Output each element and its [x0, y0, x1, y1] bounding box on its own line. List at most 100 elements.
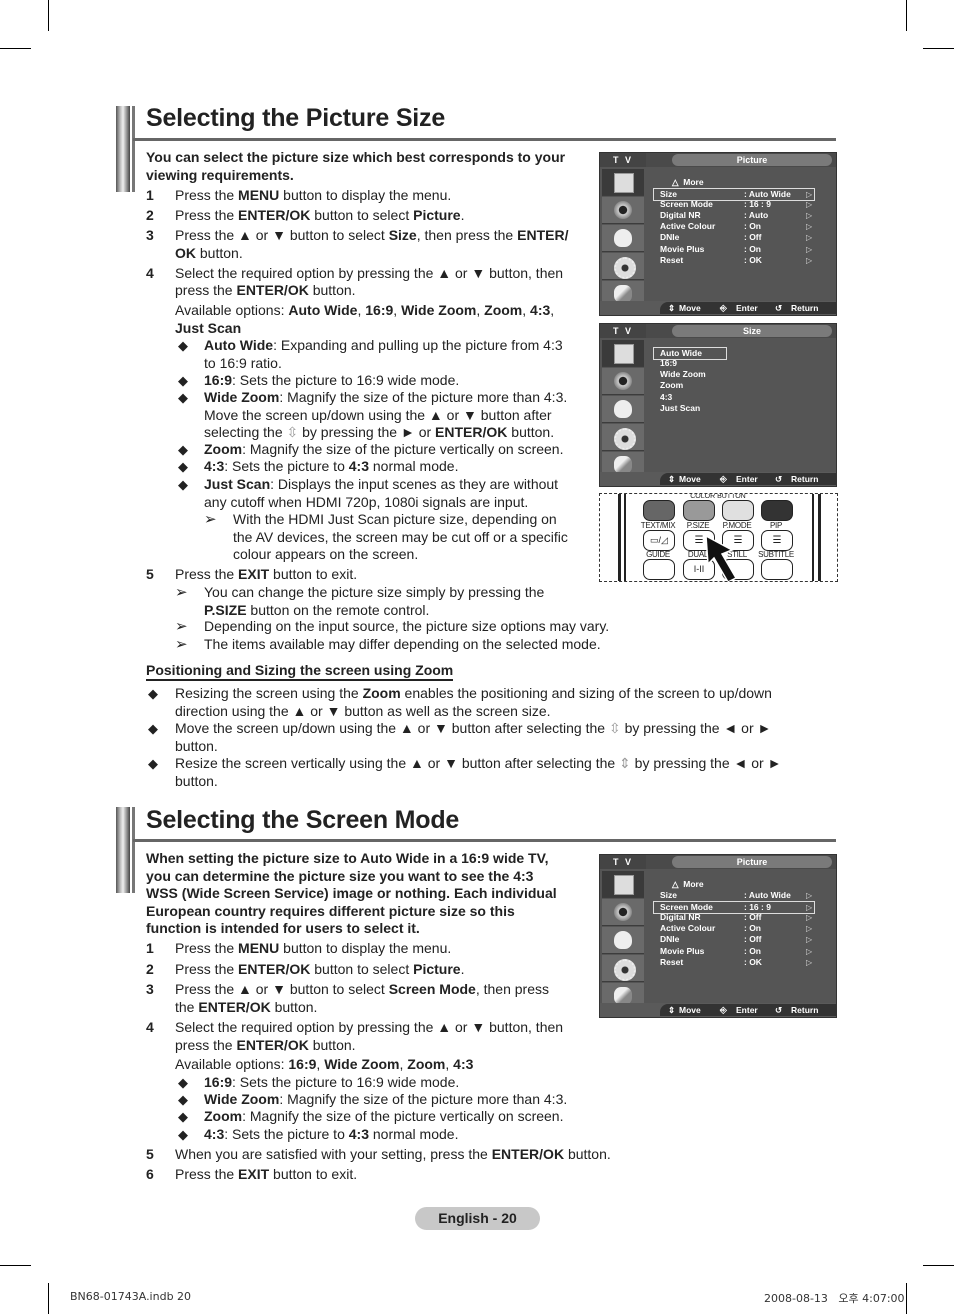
- osd-sound-icon[interactable]: [602, 197, 644, 224]
- osd-tv-label: T V: [600, 324, 646, 338]
- section1-intro: You can select the picture size which be…: [146, 149, 566, 183]
- textmix-label: TEXT/MIX: [640, 521, 676, 530]
- osd-row-reset[interactable]: Reset: OK ▷: [654, 957, 814, 968]
- osd-size-option[interactable]: Zoom: [654, 380, 814, 391]
- osd-size-menu: T V Size Auto Wide 16:9 Wide Zoom Zoom 4…: [599, 323, 837, 487]
- option-desc: 16:9: Sets the picture to 16:9 wide mode…: [204, 1074, 460, 1090]
- move-icon: ⇕: [668, 1005, 676, 1015]
- osd-channel-icon[interactable]: [602, 927, 644, 954]
- note-arrow-icon: ➢: [175, 636, 188, 653]
- osd-tv-label: T V: [600, 855, 646, 869]
- osd-picture-icon[interactable]: [602, 340, 644, 367]
- step-number: 1: [146, 940, 154, 956]
- osd-row-movie-plus[interactable]: Movie Plus: On ▷: [654, 946, 814, 957]
- osd-size-option[interactable]: 16:9: [654, 358, 814, 369]
- step-text: Press the ENTER/OK button to select Pict…: [175, 961, 465, 977]
- available-options: Available options: 16:9, Wide Zoom, Zoom…: [175, 1056, 474, 1072]
- osd-size-option[interactable]: Just Scan: [654, 403, 814, 414]
- move-icon: ⇕: [668, 474, 676, 484]
- osd-setup-icon[interactable]: [602, 424, 644, 451]
- step-text: Press the ▲ or ▼ button to select Size, …: [175, 227, 569, 243]
- available-options: Available options: Auto Wide, 16:9, Wide…: [175, 302, 555, 336]
- osd-row-active-colour[interactable]: Active Colour: On ▷: [654, 221, 814, 232]
- chevron-right-icon: ▷: [806, 200, 813, 209]
- chevron-right-icon: ▷: [806, 891, 813, 900]
- section2-intro: When setting the picture size to Auto Wi…: [146, 850, 557, 936]
- osd-row-screen-mode[interactable]: Screen Mode: 16 : 9 ▷: [654, 199, 814, 210]
- green-color-button[interactable]: [683, 500, 715, 521]
- osd-title: Size: [672, 325, 832, 337]
- option-desc: 4:3: Sets the picture to 4:3 normal mode…: [204, 458, 459, 474]
- return-icon: ↺: [775, 303, 783, 313]
- crop-mark: [923, 48, 954, 49]
- osd-tv-label: T V: [600, 153, 646, 167]
- crop-mark: [0, 1265, 31, 1266]
- step-number: 3: [146, 981, 154, 997]
- osd-picture-icon[interactable]: [602, 169, 644, 196]
- guide-label: GUIDE: [646, 550, 670, 559]
- move-icon: ⇕: [668, 303, 676, 313]
- note-arrow-icon: ➢: [204, 511, 217, 528]
- osd-row-dnie[interactable]: DNIe: Off ▷: [654, 232, 814, 243]
- option-desc: Zoom: Magnify the size of the picture ve…: [204, 1108, 564, 1124]
- chevron-right-icon: ▷: [806, 211, 813, 220]
- enter-icon: ⎆: [720, 303, 727, 313]
- osd-row-active-colour[interactable]: Active Colour: On ▷: [654, 923, 814, 934]
- osd-sound-icon[interactable]: [602, 899, 644, 926]
- osd-footer-return: Return: [791, 474, 819, 484]
- osd-row-dnie[interactable]: DNIe: Off ▷: [654, 934, 814, 945]
- osd-size-option[interactable]: 4:3: [654, 392, 814, 403]
- diamond-bullet-icon: ◆: [178, 442, 188, 457]
- diamond-bullet-icon: ◆: [148, 721, 158, 736]
- osd-row-movie-plus[interactable]: Movie Plus: On ▷: [654, 244, 814, 255]
- step-number: 2: [146, 961, 154, 977]
- osd-more[interactable]: △ More: [672, 177, 704, 188]
- pip-label: PIP: [770, 521, 782, 530]
- osd-row-reset[interactable]: Reset: OK ▷: [654, 255, 814, 266]
- osd-more[interactable]: △ More: [672, 879, 704, 890]
- osd-picture-icon[interactable]: [602, 871, 644, 898]
- move-screen-icon: ⇳: [608, 720, 621, 736]
- option-desc: Auto Wide: Expanding and pulling up the …: [204, 337, 563, 371]
- step-number: 5: [146, 566, 154, 582]
- osd-row-digital-nr[interactable]: Digital NR: Auto ▷: [654, 210, 814, 221]
- osd-footer-enter: Enter: [736, 303, 758, 313]
- osd-channel-icon[interactable]: [602, 225, 644, 252]
- osd-sound-icon[interactable]: [602, 368, 644, 395]
- section-title-picture-size: Selecting the Picture Size: [146, 104, 446, 132]
- resize-screen-icon: ⇕: [619, 755, 631, 771]
- option-desc: 16:9: Sets the picture to 16:9 wide mode…: [204, 372, 460, 388]
- yellow-color-button[interactable]: [722, 500, 754, 521]
- red-color-button[interactable]: [643, 500, 675, 521]
- diamond-bullet-icon: ◆: [178, 1075, 188, 1090]
- diamond-bullet-icon: ◆: [148, 756, 158, 771]
- crop-mark: [923, 1265, 954, 1266]
- page-number-badge: English - 20: [415, 1207, 540, 1230]
- pip-button[interactable]: ☰: [761, 530, 793, 551]
- diamond-bullet-icon: ◆: [178, 477, 188, 492]
- note-text: The items available may differ depending…: [204, 636, 601, 652]
- osd-footer-move: Move: [679, 1005, 701, 1015]
- section-bar-decoration: [116, 106, 135, 192]
- chevron-right-icon: ▷: [806, 924, 813, 933]
- option-desc: 4:3: Sets the picture to 4:3 normal mode…: [204, 1126, 459, 1142]
- chevron-right-icon: ▷: [806, 947, 813, 956]
- crop-mark: [906, 1283, 907, 1314]
- blue-color-button[interactable]: [761, 500, 793, 521]
- crop-mark: [48, 0, 49, 31]
- osd-setup-icon[interactable]: [602, 955, 644, 982]
- pointer-arrow-icon: [705, 534, 738, 581]
- psize-label: P.SIZE: [686, 521, 710, 530]
- osd-row-digital-nr[interactable]: Digital NR: Off ▷: [654, 912, 814, 923]
- subtitle-button[interactable]: [761, 559, 793, 580]
- diamond-bullet-icon: ◆: [178, 459, 188, 474]
- osd-setup-icon[interactable]: [602, 253, 644, 280]
- textmix-button[interactable]: ▭/◿: [643, 530, 675, 551]
- osd-channel-icon[interactable]: [602, 396, 644, 423]
- osd-row-size[interactable]: Size: Auto Wide ▷: [654, 890, 814, 901]
- osd-size-option[interactable]: Wide Zoom: [654, 369, 814, 380]
- zoom-item: Resize the screen vertically using the ▲…: [175, 755, 782, 789]
- step-text: Press the ENTER/OK button to select Pict…: [175, 207, 465, 223]
- guide-button[interactable]: [643, 559, 675, 580]
- step-text: Press the MENU button to display the men…: [175, 940, 452, 956]
